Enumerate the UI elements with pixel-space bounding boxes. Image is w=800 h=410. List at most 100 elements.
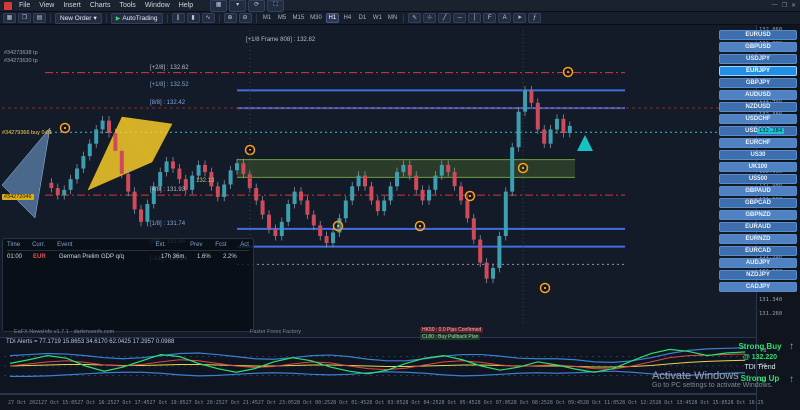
order-label: #34273638 tp: [4, 50, 38, 56]
crosshair-icon[interactable]: ⊹: [423, 13, 436, 23]
profiles-icon[interactable]: ▾: [229, 0, 246, 12]
order-label: #34272046: [2, 194, 34, 200]
zoom-in-icon[interactable]: ⊕: [224, 13, 237, 23]
time-axis-label: 28 Oct 09:45: [547, 400, 583, 406]
time-axis-label: 28 Oct 13:45: [655, 400, 691, 406]
watchlist-item-gbpusd[interactable]: GBPUSD: [719, 42, 797, 52]
menu-view[interactable]: View: [37, 2, 56, 9]
timeframe-h1[interactable]: H1: [326, 13, 339, 23]
calendar-header: TimeCurr.EventExt.PrevFcstAct: [7, 242, 249, 251]
watchlist-item-uk100[interactable]: UK100: [719, 162, 797, 172]
autotrading-button[interactable]: ▶AutoTrading: [111, 13, 163, 24]
watchlist-item-gbpjpy[interactable]: GBPJPY: [719, 78, 797, 88]
horizontal-line-icon[interactable]: ─: [453, 13, 466, 23]
watchlist-item-eurusd[interactable]: EURUSD: [719, 30, 797, 40]
time-axis-label: 28 Oct 12:25: [619, 400, 655, 406]
candlestick-chart-icon[interactable]: ▮: [187, 13, 200, 23]
timeframe-m15[interactable]: M15: [291, 13, 307, 23]
timeframe-m1[interactable]: M1: [261, 13, 274, 23]
timeframe-d1[interactable]: D1: [356, 13, 369, 23]
quick-toolbar: ▦▾⟳⛶: [210, 0, 284, 12]
new-order-label: New Order: [60, 15, 91, 22]
menu-insert[interactable]: Insert: [61, 2, 83, 9]
indicators-icon[interactable]: ƒ: [528, 13, 541, 23]
text-label-icon[interactable]: A: [498, 13, 511, 23]
menu-window[interactable]: Window: [143, 2, 172, 9]
timeframe-w1[interactable]: W1: [371, 13, 384, 23]
menu-help[interactable]: Help: [177, 2, 195, 9]
menu-charts[interactable]: Charts: [88, 2, 113, 9]
watchlist-item-audjpy[interactable]: AUDJPY: [719, 258, 797, 268]
vertical-line-icon[interactable]: │: [468, 13, 481, 23]
new-order-button[interactable]: New Order▾: [55, 13, 102, 24]
activate-windows-watermark: Activate Windows Go to PC settings to ac…: [652, 370, 773, 389]
calendar-time: 01:00: [7, 254, 33, 260]
tdi-indicator-plot: [0, 340, 756, 392]
menu-items: File View Insert Charts Tools Window Help: [17, 2, 195, 9]
market-watch-icon[interactable]: ▤: [33, 13, 46, 23]
timeframe-mn[interactable]: MN: [386, 13, 399, 23]
charts-grid-icon[interactable]: ▦: [3, 13, 16, 23]
toolbar-separator: [219, 14, 220, 23]
watchlist-item-audusd[interactable]: AUDUSD: [719, 90, 797, 100]
watchlist-item-eurjpy[interactable]: EURJPY: [719, 66, 797, 76]
time-axis-label: 28 Oct 08:25: [511, 400, 547, 406]
watchlist-item-usdjpy[interactable]: USDJPY: [719, 54, 797, 64]
minimize-button[interactable]: —: [772, 2, 778, 9]
refresh-icon[interactable]: ⟳: [248, 0, 265, 12]
watchlist-item-eurchf[interactable]: EURCHF: [719, 138, 797, 148]
cursor-icon[interactable]: ⇖: [408, 13, 421, 23]
calendar-header-act: Act: [240, 242, 249, 248]
time-axis-label: 27 Oct 20:25: [186, 400, 222, 406]
time-axis-label: 27 Oct 17:45: [113, 400, 149, 406]
watchlist-item-us500[interactable]: US500: [719, 174, 797, 184]
fullscreen-icon[interactable]: ⛶: [267, 0, 284, 12]
timeframe-h4[interactable]: H4: [341, 13, 354, 23]
order-label: #34279366 buy 0.01: [2, 130, 52, 136]
line-chart-icon[interactable]: ∿: [202, 13, 215, 23]
time-axis-label: 28 Oct 04:25: [402, 400, 438, 406]
timeframe-m5[interactable]: M5: [276, 13, 289, 23]
calendar-previous: 1.6%: [197, 254, 223, 260]
menu-file[interactable]: File: [17, 2, 32, 9]
watchlist-item-euraud[interactable]: EURAUD: [719, 222, 797, 232]
zone-price-label: 132.13: [196, 178, 214, 184]
fibonacci-icon[interactable]: F: [483, 13, 496, 23]
murrey-level-label: [4/8] : 131.93: [150, 187, 185, 193]
toolbar-separator: [50, 14, 51, 23]
activate-windows-title: Activate Windows: [652, 370, 773, 382]
cascade-windows-icon[interactable]: ❐: [18, 13, 31, 23]
close-button[interactable]: ✕: [791, 2, 796, 9]
watchlist-item-usdchf[interactable]: USDCHF: [719, 114, 797, 124]
menu-tools[interactable]: Tools: [117, 2, 137, 9]
zoom-out-icon[interactable]: ⊖: [239, 13, 252, 23]
watchlist-item-eurnzd[interactable]: EURNZD: [719, 234, 797, 244]
trendline-icon[interactable]: ╱: [438, 13, 451, 23]
arrows-icon[interactable]: ➤: [513, 13, 526, 23]
frame-label: [+1/8 Frame 808] : 132.82: [246, 37, 315, 43]
timeframe-m30[interactable]: M30: [308, 13, 324, 23]
time-axis[interactable]: 27 Oct 202127 Oct 15:0527 Oct 16:2527 Oc…: [0, 394, 756, 410]
calendar-forecast: 2.2%: [223, 254, 249, 260]
watchlist-item-cadjpy[interactable]: CADJPY: [719, 282, 797, 292]
current-price-tag: 132.284: [757, 128, 784, 134]
mt4-window: FileViewInsertChartsToolsWindowHelp ▦▾⟳⛶…: [0, 0, 800, 410]
time-axis-label: 28 Oct 15:05: [691, 400, 727, 406]
watchlist-item-gbpcad[interactable]: GBPCAD: [719, 198, 797, 208]
maximize-button[interactable]: ❐: [782, 2, 787, 9]
time-axis-label: 28 Oct 11:05: [583, 400, 619, 406]
calendar-row: 01:00 EUR German Prelim GDP q/q 17h 36m …: [7, 254, 249, 260]
watchlist-item-gbpnzd[interactable]: GBPNZD: [719, 210, 797, 220]
bar-chart-icon[interactable]: ∥: [172, 13, 185, 23]
watchlist-item-eurcad[interactable]: EURCAD: [719, 246, 797, 256]
time-axis-label: 28 Oct 00:25: [294, 400, 330, 406]
new-chart-icon[interactable]: ▦: [210, 0, 227, 12]
time-axis-label: 28 Oct 01:45: [330, 400, 366, 406]
watchlist-item-nzdjpy[interactable]: NZDJPY: [719, 270, 797, 280]
price-axis-label: 131.260: [759, 311, 782, 317]
watchlist-item-us30[interactable]: US30: [719, 150, 797, 160]
buy-arrow-icon: ↑: [789, 341, 794, 352]
watchlist-item-gbpaud[interactable]: GBPAUD: [719, 186, 797, 196]
tdi-indicator-title: TDI Alerts = 77.1719 15.8653 34.6170 62.…: [6, 339, 174, 345]
watchlist-item-nzdusd[interactable]: NZDUSD: [719, 102, 797, 112]
